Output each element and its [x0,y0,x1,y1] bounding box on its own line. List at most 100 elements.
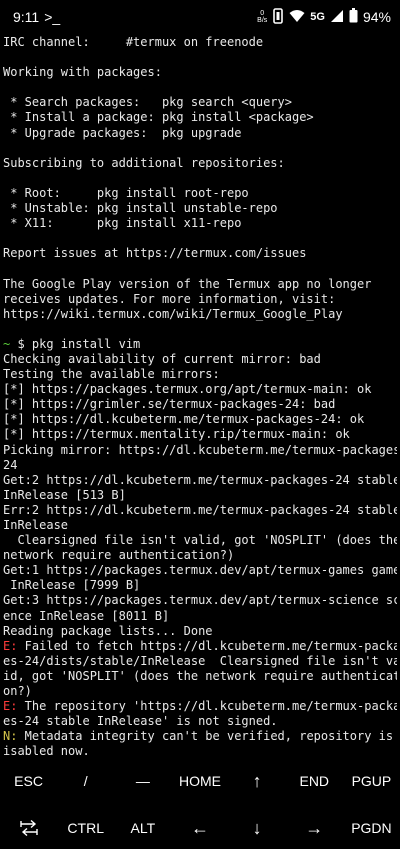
terminal-text: * Root: pkg install root-repo [3,185,249,200]
vibrate-icon [272,7,284,27]
terminal-notification-icon: >_ [44,9,61,25]
tab-icon [19,820,39,836]
status-left: 9:11 >_ [13,9,60,25]
terminal-line: Err:2 https://dl.kcubeterm.me/termux-pac… [3,503,397,518]
terminal-text: * X11: pkg install x11-repo [3,216,242,231]
terminal-output[interactable]: IRC channel: #termux on freenode Working … [3,35,397,757]
terminal-text: Err:2 https://dl.kcubeterm.me/termux-pac… [3,502,397,517]
terminal-line: * Upgrade packages: pkg upgrade [3,126,397,141]
terminal-text: Get:1 https://packages.termux.dev/apt/te… [3,563,397,578]
terminal-line: E: Failed to fetch https://dl.kcubeterm.… [3,639,397,654]
terminal-line: InRelease [513 B] [3,488,397,503]
terminal-text: Report issues at https://termux.com/issu… [3,246,307,261]
key-alt[interactable]: ALT [114,807,171,849]
terminal-line: Get:1 https://packages.termux.dev/apt/te… [3,563,397,578]
key-label: PGDN [351,820,392,836]
key-label: ESC [14,773,43,789]
terminal-text: es-24/dists/stable/InRelease Clearsigned… [3,653,397,668]
terminal-text: receives updates. For more information, … [3,291,336,306]
terminal-text: 24 [3,457,18,472]
terminal-line: on?) [3,684,397,699]
terminal-text: Testing the available mirrors: [3,367,220,382]
key-tab[interactable] [0,807,57,849]
arrow-right-icon: → [305,817,324,838]
terminal-text: ence InRelease [8011 B] [3,608,170,623]
terminal-line: Testing the available mirrors: [3,367,397,382]
terminal-text: on?) [3,684,32,699]
key-end[interactable]: END [286,760,343,802]
terminal-line: * Unstable: pkg install unstable-repo [3,201,397,216]
key-pgdn[interactable]: PGDN [343,807,400,849]
key-home[interactable]: HOME [171,760,228,802]
terminal-text: Subscribing to additional repositories: [3,155,285,170]
key-up[interactable]: ↑ [229,760,286,802]
terminal-text: Reading package lists... Done [3,623,213,638]
terminal-text: [*] https://termux.mentality.rip/termux-… [3,427,350,442]
key-label: / [83,773,88,789]
terminal-line: ~ $ pkg install vim [3,337,397,352]
terminal-line: Get:3 https://packages.termux.dev/apt/te… [3,593,397,608]
status-time: 9:11 [13,9,40,25]
terminal-text: Metadata integrity can't be verified, re… [17,729,397,744]
terminal-line: id, got 'NOSPLIT' (does the network requ… [3,669,397,684]
status-bar: 9:11 >_ 0 B/s 5G 94% [0,0,400,34]
terminal-line: Report issues at https://termux.com/issu… [3,246,397,261]
battery-percent: 94% [362,9,391,25]
terminal-line: Working with packages: [3,65,397,80]
terminal-line: IRC channel: #termux on freenode [3,35,397,50]
terminal-line: E: The repository 'https://dl.kcubeterm.… [3,699,397,714]
key-down[interactable]: ↓ [229,807,286,849]
terminal-line: es-24 stable InRelease' is not signed. [3,714,397,729]
terminal-line: Reading package lists... Done [3,624,397,639]
arrow-down-icon: ↓ [252,817,262,838]
terminal-prefix: E: [3,699,18,714]
terminal-text: IRC channel: #termux on freenode [3,35,264,49]
terminal-line: https://wiki.termux.com/wiki/Termux_Goog… [3,307,397,322]
terminal-prefix: N: [3,729,18,744]
terminal-text: * Upgrade packages: pkg upgrade [3,125,242,140]
terminal-text: The Google Play version of the Termux ap… [3,276,372,291]
terminal-line: isabled now. [3,744,397,757]
key-slash[interactable]: / [57,760,114,802]
terminal-line: N: Metadata integrity can't be verified,… [3,729,397,744]
key-left[interactable]: ← [171,807,228,849]
terminal-line: es-24/dists/stable/InRelease Clearsigned… [3,654,397,669]
terminal-text: Get:2 https://dl.kcubeterm.me/termux-pac… [3,472,397,487]
terminal-text: * Unstable: pkg install unstable-repo [3,201,278,216]
signal-icon [330,9,344,26]
terminal-prefix: E: [3,638,18,653]
terminal-text: The repository 'https://dl.kcubeterm.me/… [17,699,397,714]
battery-icon [349,8,358,26]
terminal-text: [*] https://grimler.se/termux-packages-2… [3,397,336,412]
terminal-line: [*] https://dl.kcubeterm.me/termux-packa… [3,412,397,427]
extra-keys-bar: ESC / — HOME ↑ END PGUP CTRL ALT ← ↓ → PGDN [0,760,400,849]
terminal-line: * Root: pkg install root-repo [3,186,397,201]
key-esc[interactable]: ESC [0,760,57,802]
terminal-line: Picking mirror: https://dl.kcubeterm.me/… [3,443,397,458]
network-type: 5G [310,11,325,23]
terminal-line: ence InRelease [8011 B] [3,609,397,624]
terminal-line: [*] https://grimler.se/termux-packages-2… [3,397,397,412]
wifi-icon [289,9,305,26]
terminal-text: * Install a package: pkg install <packag… [3,110,314,125]
key-dash[interactable]: — [114,760,171,802]
terminal-line: InRelease [7999 B] [3,578,397,593]
terminal-text: Clearsigned file isn't valid, got 'NOSPL… [3,533,397,548]
terminal-text: Working with packages: [3,65,162,80]
key-ctrl[interactable]: CTRL [57,807,114,849]
extra-keys-row-2: CTRL ALT ← ↓ → PGDN [0,807,400,849]
key-label: PGUP [351,773,392,789]
net-speed-unit: B/s [257,17,268,24]
terminal-line: * Install a package: pkg install <packag… [3,110,397,125]
terminal-line: receives updates. For more information, … [3,292,397,307]
arrow-left-icon: ← [190,817,209,838]
key-pgup[interactable]: PGUP [343,760,400,802]
key-right[interactable]: → [286,807,343,849]
terminal-line: Subscribing to additional repositories: [3,156,397,171]
